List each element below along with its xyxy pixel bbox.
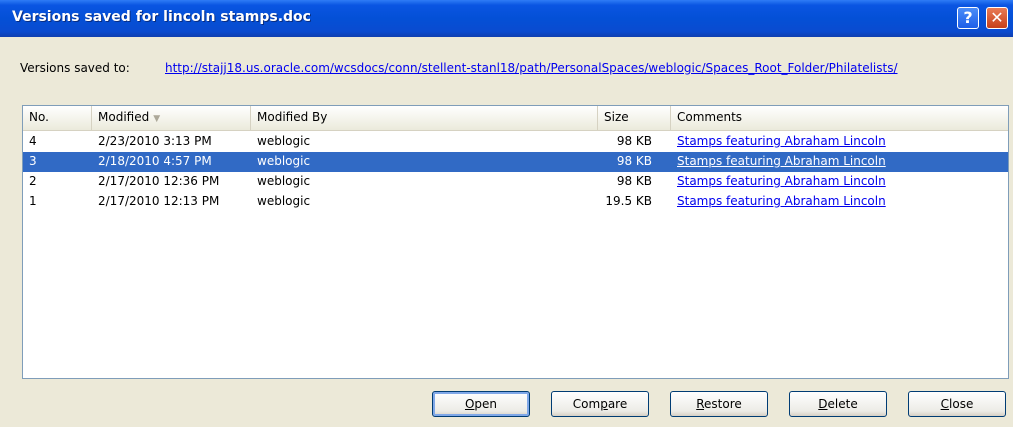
table-row[interactable]: 1 2/17/2010 12:13 PM weblogic 19.5 KB St… (23, 192, 1008, 212)
column-header-no[interactable]: No. (23, 106, 92, 130)
column-label: Comments (677, 110, 743, 124)
cell-no: 4 (29, 134, 37, 148)
cell-size: 98 KB (616, 134, 652, 148)
cell-no: 2 (29, 174, 37, 188)
mnemonic: C (940, 397, 950, 411)
close-window-button[interactable]: ✕ (986, 7, 1008, 29)
delete-button[interactable]: Delete (789, 391, 887, 417)
button-label: elete (827, 397, 858, 411)
button-label: Com (572, 397, 601, 411)
table-row-selected[interactable]: 3 2/18/2010 4:57 PM weblogic 98 KB Stamp… (23, 152, 1008, 172)
column-label: Modified By (257, 110, 328, 124)
column-header-modified[interactable]: Modified ▼ (92, 106, 251, 130)
cell-modified: 2/23/2010 3:13 PM (98, 134, 212, 148)
cell-size: 98 KB (616, 174, 652, 188)
button-label: lose (949, 397, 974, 411)
comment-link[interactable]: Stamps featuring Abraham Lincoln (671, 132, 1006, 152)
versions-list[interactable]: No. Modified ▼ Modified By Size Comments … (22, 105, 1009, 379)
comment-link[interactable]: Stamps featuring Abraham Lincoln (671, 192, 1006, 212)
restore-button[interactable]: Restore (670, 391, 768, 417)
mnemonic: p (600, 397, 608, 411)
comment-link[interactable]: Stamps featuring Abraham Lincoln (671, 152, 1006, 172)
cell-no: 1 (29, 194, 37, 208)
cell-modified: 2/17/2010 12:36 PM (98, 174, 220, 188)
mnemonic: R (696, 397, 705, 411)
saved-to-label: Versions saved to: (20, 61, 130, 75)
cell-size: 98 KB (616, 154, 652, 168)
list-header: No. Modified ▼ Modified By Size Comments (23, 106, 1008, 131)
column-label: Modified (98, 110, 150, 124)
column-header-comments[interactable]: Comments (671, 106, 1006, 130)
cell-no: 3 (29, 154, 37, 168)
cell-modified-by: weblogic (257, 154, 311, 168)
cell-modified-by: weblogic (257, 174, 311, 188)
table-row[interactable]: 4 2/23/2010 3:13 PM weblogic 98 KB Stamp… (23, 132, 1008, 152)
title-bar[interactable]: Versions saved for lincoln stamps.doc ? … (0, 0, 1013, 37)
button-label: are (607, 397, 628, 411)
help-button[interactable]: ? (957, 7, 979, 29)
versions-dialog: Versions saved for lincoln stamps.doc ? … (0, 0, 1013, 427)
mnemonic: D (818, 397, 828, 411)
cell-modified-by: weblogic (257, 194, 311, 208)
button-label: estore (704, 397, 742, 411)
column-label: No. (29, 110, 49, 124)
close-button[interactable]: Close (908, 391, 1006, 417)
help-icon: ? (963, 8, 973, 27)
comment-link[interactable]: Stamps featuring Abraham Lincoln (671, 172, 1006, 192)
column-label: Size (604, 110, 629, 124)
cell-size: 19.5 KB (605, 194, 652, 208)
compare-button[interactable]: Compare (551, 391, 649, 417)
mnemonic: O (464, 397, 475, 411)
column-header-modified-by[interactable]: Modified By (251, 106, 598, 130)
open-button[interactable]: Open (432, 391, 530, 417)
table-row[interactable]: 2 2/17/2010 12:36 PM weblogic 98 KB Stam… (23, 172, 1008, 192)
cell-modified: 2/17/2010 12:13 PM (98, 194, 220, 208)
sort-descending-icon: ▼ (153, 114, 161, 124)
cell-modified: 2/18/2010 4:57 PM (98, 154, 212, 168)
window-title: Versions saved for lincoln stamps.doc (12, 9, 311, 25)
column-header-size[interactable]: Size (598, 106, 671, 130)
close-icon: ✕ (990, 8, 1004, 27)
button-label: pen (474, 397, 498, 411)
saved-to-link[interactable]: http://stajj18.us.oracle.com/wcsdocs/con… (165, 61, 1007, 75)
cell-modified-by: weblogic (257, 134, 311, 148)
